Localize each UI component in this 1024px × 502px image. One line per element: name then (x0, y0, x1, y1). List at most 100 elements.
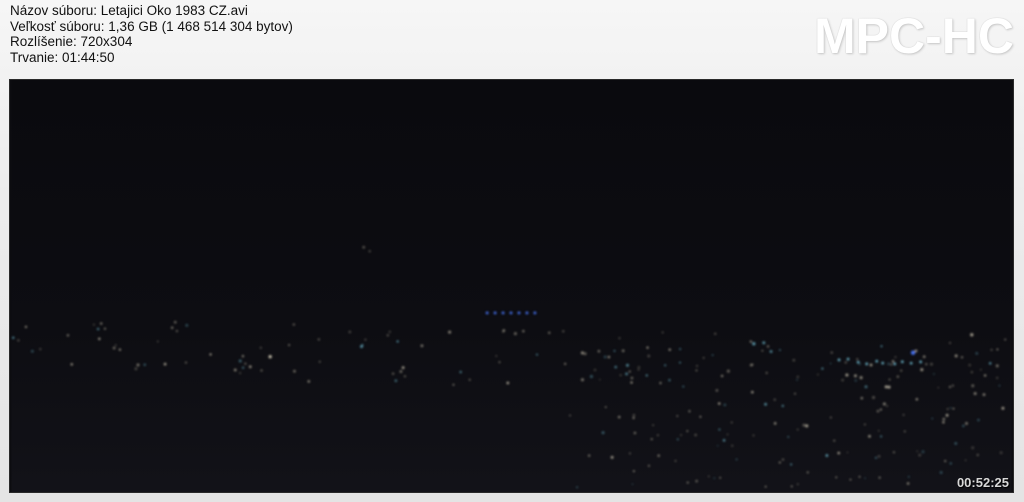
city-light (695, 369, 698, 372)
city-light (368, 250, 371, 253)
city-light (604, 406, 607, 408)
city-light (459, 370, 462, 374)
city-light (403, 375, 406, 378)
city-light (892, 451, 895, 454)
city-light (645, 374, 648, 377)
city-light (879, 408, 882, 411)
city-light (837, 451, 840, 455)
city-light (766, 345, 770, 348)
city-light (495, 355, 498, 357)
city-light (970, 333, 974, 337)
city-light (12, 336, 15, 339)
city-light (699, 415, 702, 418)
city-light (501, 311, 505, 315)
city-light (954, 354, 958, 358)
city-light (888, 378, 891, 381)
city-light (881, 361, 884, 365)
city-light (787, 435, 790, 438)
city-light (946, 407, 949, 411)
city-light (695, 479, 698, 483)
city-light (778, 349, 781, 351)
city-light (942, 417, 946, 421)
city-light (392, 372, 395, 375)
city-light (865, 362, 868, 366)
city-light (244, 362, 247, 365)
city-light (971, 384, 975, 388)
city-light (680, 434, 682, 436)
city-light (751, 390, 754, 394)
city-light (394, 379, 398, 382)
city-light (1001, 406, 1005, 410)
city-light (1004, 338, 1007, 341)
city-light (156, 340, 159, 343)
city-light (764, 485, 767, 488)
city-light (679, 361, 681, 364)
city-light (764, 402, 767, 406)
city-light (971, 446, 975, 450)
city-light (735, 458, 738, 461)
city-light (977, 418, 980, 422)
city-light (872, 396, 875, 399)
city-light (875, 359, 879, 363)
city-light (396, 340, 399, 343)
city-light (951, 384, 954, 387)
city-light (752, 434, 755, 437)
city-light (970, 371, 973, 374)
city-light (869, 363, 873, 367)
city-light (874, 456, 877, 459)
city-light (420, 344, 424, 348)
city-light (880, 435, 883, 438)
city-light (802, 423, 806, 427)
city-light (288, 343, 291, 347)
city-light (796, 375, 799, 378)
sky-background (11, 80, 1012, 492)
city-light (163, 362, 167, 366)
city-light (910, 350, 916, 355)
city-light (621, 349, 625, 353)
city-light (796, 483, 799, 486)
city-light (837, 358, 841, 362)
city-light (933, 373, 935, 375)
city-light (863, 423, 866, 426)
city-light (778, 461, 781, 464)
city-light (580, 351, 584, 355)
city-light (603, 355, 607, 359)
city-light (792, 358, 796, 362)
city-light (976, 453, 979, 457)
city-light (562, 330, 565, 333)
city-light (399, 370, 403, 373)
city-light (968, 363, 971, 367)
city-light (829, 362, 832, 365)
city-light (990, 348, 993, 351)
city-light (657, 434, 659, 436)
city-light (921, 450, 925, 454)
city-light (96, 327, 100, 331)
city-light (835, 476, 838, 479)
city-light (598, 378, 601, 381)
city-light (751, 363, 754, 366)
city-light (647, 354, 651, 358)
resolution-label: Rozlíšenie: 720x304 (10, 34, 133, 49)
city-light (833, 439, 836, 442)
city-light (597, 349, 601, 353)
city-light (796, 378, 798, 381)
city-light (806, 471, 809, 474)
city-light (762, 341, 766, 345)
city-light (948, 385, 952, 388)
city-light (931, 417, 934, 420)
city-light (493, 311, 497, 315)
city-light (533, 311, 537, 315)
city-light (916, 450, 919, 453)
city-light (864, 477, 867, 480)
city-light (954, 442, 958, 445)
city-light (877, 429, 880, 432)
city-light (765, 371, 768, 374)
city-light (583, 352, 587, 356)
city-light (92, 323, 95, 326)
city-light (891, 360, 895, 363)
city-light (24, 325, 28, 328)
city-light (618, 337, 621, 340)
city-light (964, 459, 967, 462)
city-light (676, 415, 679, 417)
city-light (893, 362, 897, 366)
